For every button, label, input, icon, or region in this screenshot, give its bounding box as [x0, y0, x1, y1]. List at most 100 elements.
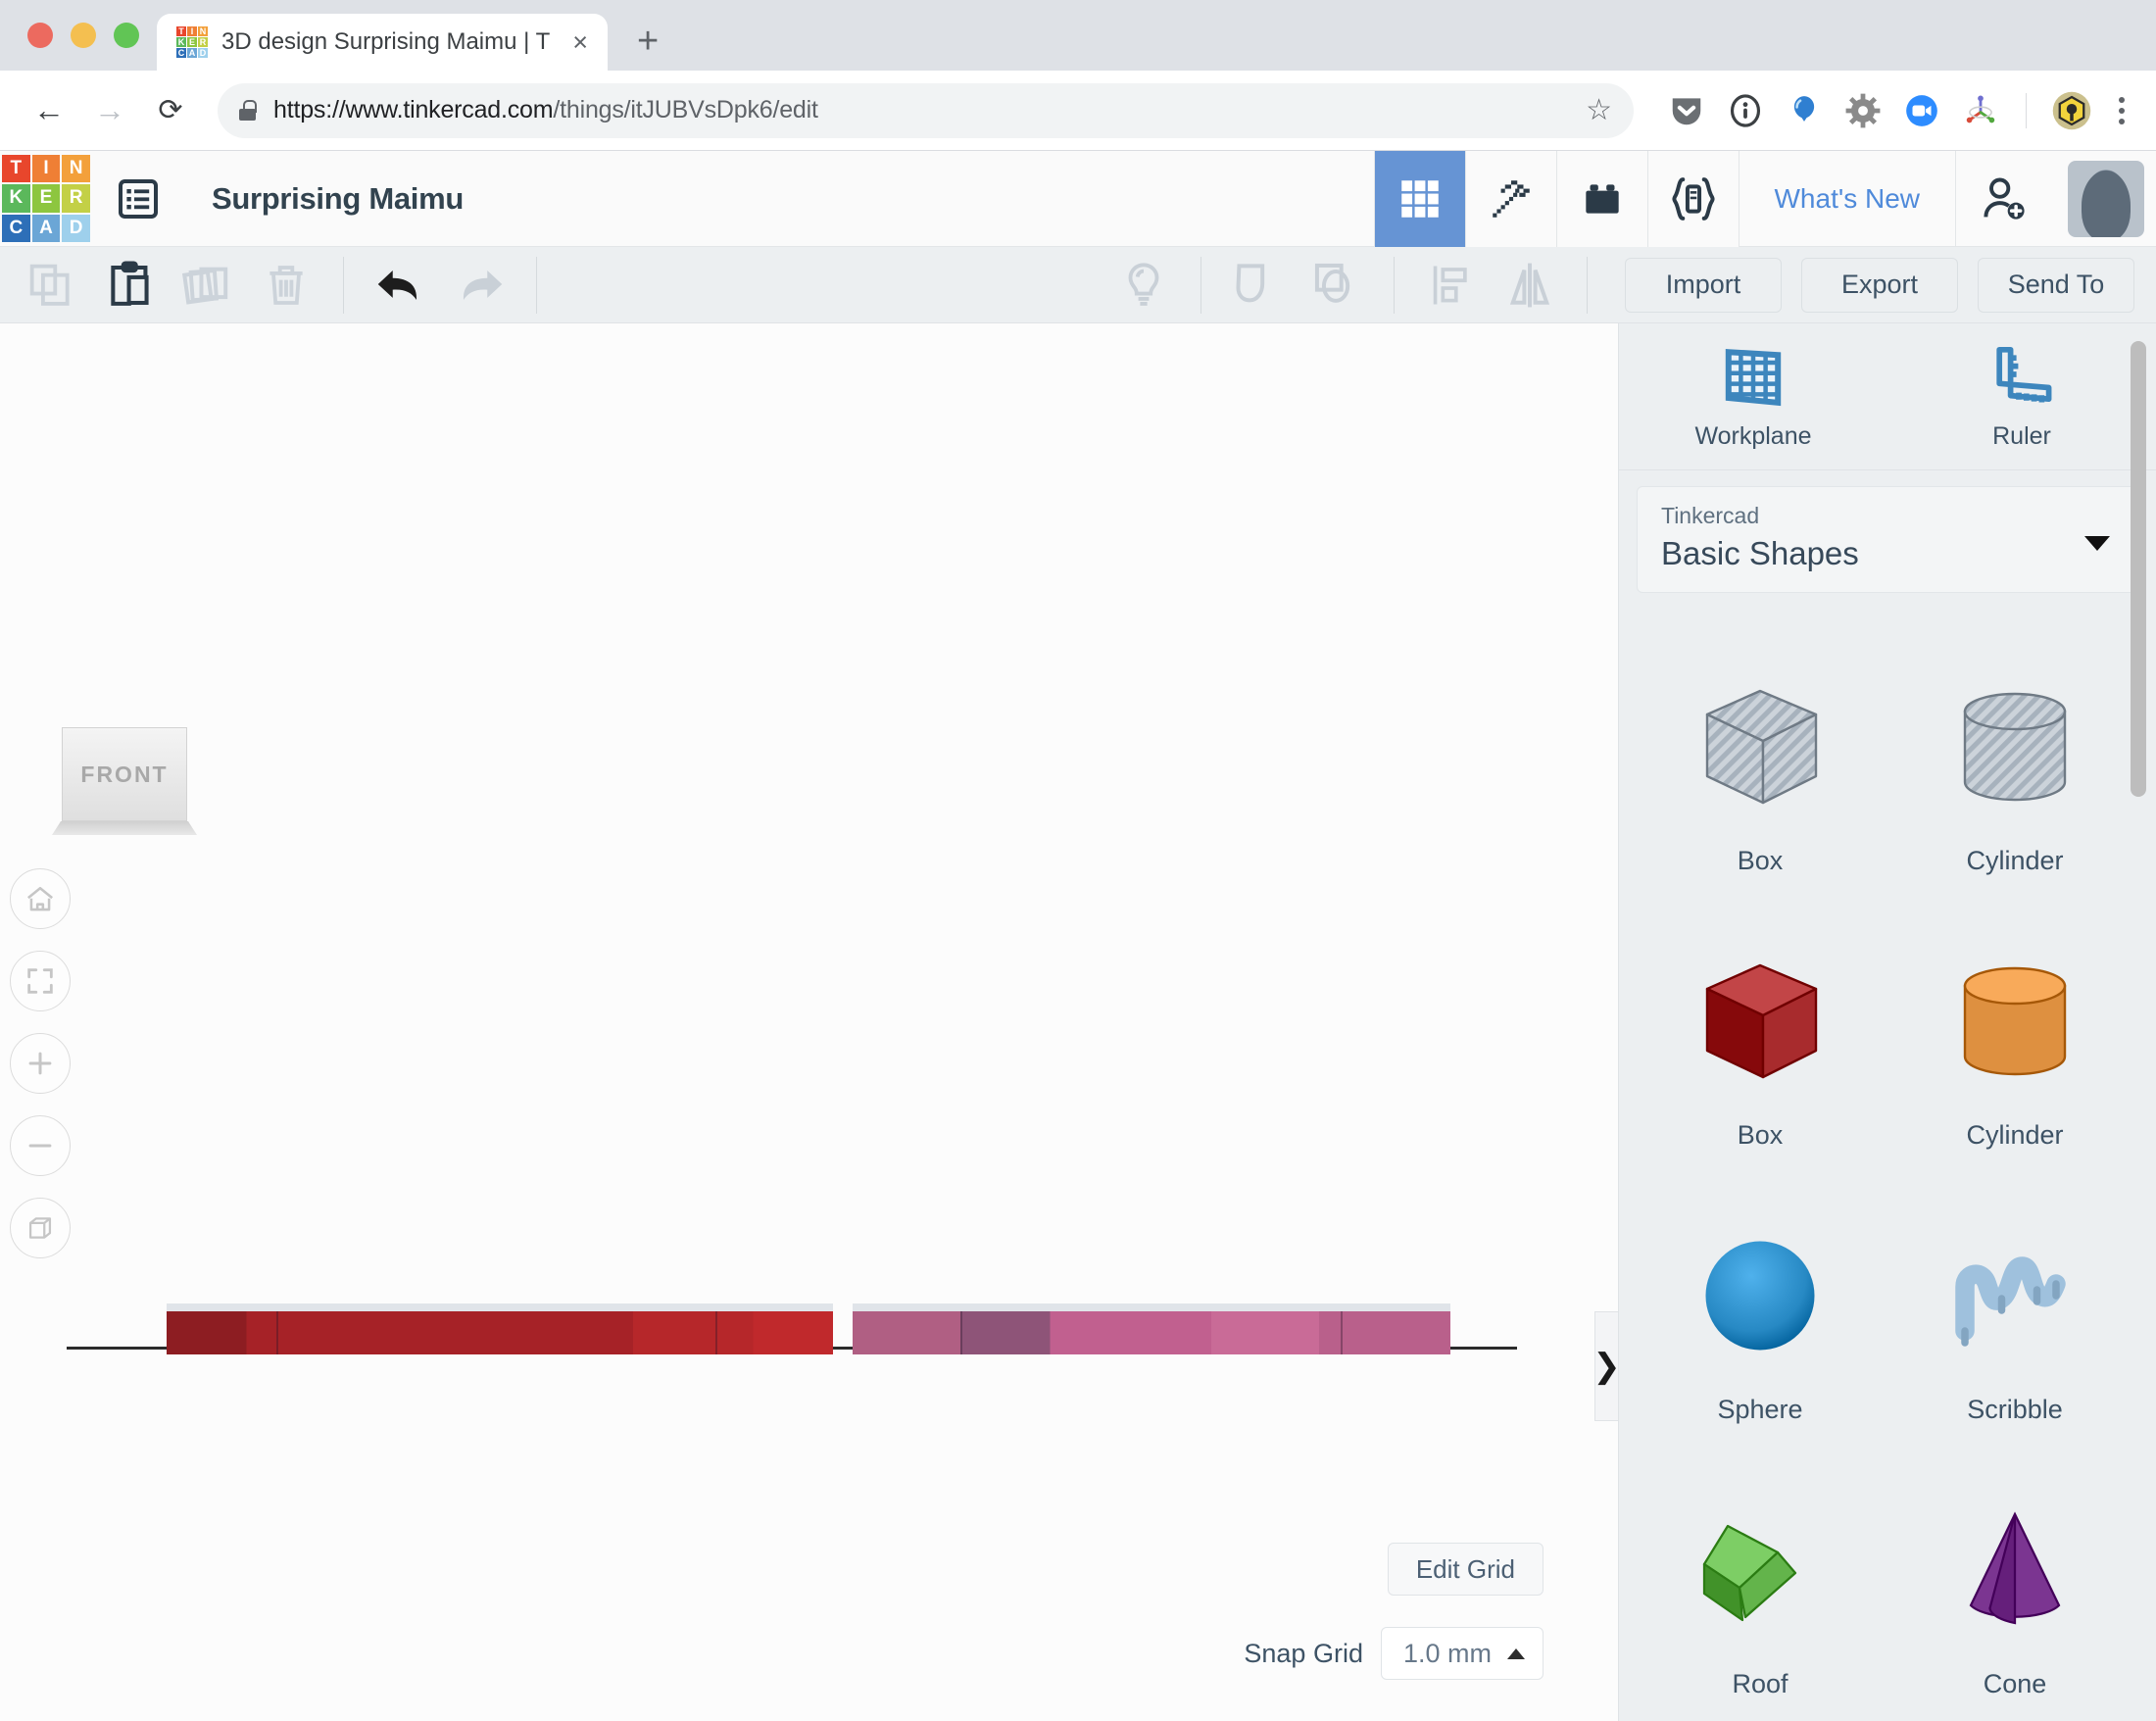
- logo-tile-i: I: [187, 26, 197, 36]
- mode-3d-design[interactable]: [1374, 150, 1465, 247]
- workplane-tool[interactable]: Workplane: [1619, 323, 1887, 469]
- mirror-button[interactable]: [1496, 252, 1563, 319]
- hide-button[interactable]: [1110, 252, 1177, 319]
- autodesk-axis-icon[interactable]: [1959, 89, 2002, 132]
- delete-button[interactable]: [253, 252, 319, 319]
- snap-grid-select[interactable]: 1.0 mm: [1380, 1627, 1544, 1680]
- invite-people-button[interactable]: [1956, 151, 2052, 247]
- reload-button[interactable]: ⟳: [143, 83, 198, 138]
- shape-cylinder-hole-label: Cylinder: [1966, 846, 2064, 875]
- tinkercad-logo[interactable]: TIN KER CAD: [0, 151, 90, 247]
- url-text: https://www.tinkercad.com/things/itJUBVs…: [273, 96, 818, 124]
- shape-scribble[interactable]: Scribble: [1887, 1181, 2142, 1455]
- shapes-panel-scrollbar[interactable]: [2131, 341, 2146, 797]
- shape-cylinder-hole-thumbnail: [1941, 654, 2088, 840]
- red-slab-body: [167, 1311, 833, 1354]
- fit-to-view-button[interactable]: [10, 951, 71, 1011]
- shape-roof-thumbnail: [1687, 1477, 1834, 1663]
- toolbar-divider: [536, 256, 537, 314]
- 3d-viewport[interactable]: FRONT Edit Grid Snap Grid 1.0 mm ❯: [0, 323, 1618, 1721]
- library-owner: Tinkercad: [1661, 503, 1760, 528]
- video-camera-icon[interactable]: [1900, 89, 1943, 132]
- logo-tile-c: C: [2, 214, 30, 243]
- info-circle-icon[interactable]: [1724, 89, 1767, 132]
- close-window-button[interactable]: [27, 23, 53, 48]
- panel-collapse-handle[interactable]: ❯: [1592, 1311, 1618, 1421]
- gear-icon[interactable]: [1841, 89, 1885, 132]
- paste-button[interactable]: [96, 252, 163, 319]
- chevron-down-icon: [2084, 535, 2110, 551]
- undo-button[interactable]: [368, 252, 434, 319]
- shape-scribble-thumbnail: [1941, 1203, 2088, 1389]
- new-tab-button[interactable]: +: [637, 21, 659, 63]
- logo-tile-d: D: [198, 47, 208, 58]
- logo-tile-c: C: [176, 47, 186, 58]
- ruler-tool-label: Ruler: [1992, 422, 2051, 450]
- home-view-button[interactable]: [10, 868, 71, 929]
- shape-box-solid-thumbnail: [1687, 928, 1834, 1114]
- logo-tile-t: T: [176, 26, 186, 36]
- logo-tile-e: E: [31, 184, 61, 213]
- logo-tile-d: D: [62, 214, 90, 243]
- edit-grid-button[interactable]: Edit Grid: [1387, 1543, 1544, 1596]
- view-cube-face[interactable]: FRONT: [62, 727, 187, 821]
- import-button[interactable]: Import: [1625, 257, 1782, 313]
- shape-sphere[interactable]: Sphere: [1633, 1181, 1887, 1455]
- maximize-window-button[interactable]: [114, 23, 139, 48]
- logo-tile-r: R: [198, 36, 208, 47]
- zoom-in-button[interactable]: [10, 1033, 71, 1094]
- mode-codeblocks[interactable]: [1647, 150, 1739, 247]
- toolbar-divider: [343, 256, 344, 314]
- red-slab[interactable]: [167, 1303, 833, 1354]
- toolbar-divider: [1394, 256, 1395, 314]
- address-bar[interactable]: https://www.tinkercad.com/things/itJUBVs…: [218, 82, 1634, 138]
- pocket-icon[interactable]: [1665, 89, 1708, 132]
- pink-slab[interactable]: [853, 1303, 1450, 1354]
- redo-button[interactable]: [446, 252, 513, 319]
- send-to-button[interactable]: Send To: [1978, 257, 2134, 313]
- forward-button[interactable]: →: [82, 83, 137, 138]
- whats-new-link[interactable]: What's New: [1740, 151, 1956, 247]
- shape-cylinder-hole[interactable]: Cylinder: [1887, 632, 2142, 907]
- document-title[interactable]: Surprising Maimu: [186, 181, 464, 217]
- lock-icon: [239, 100, 257, 121]
- tab-title: 3D design Surprising Maimu | T: [221, 28, 551, 55]
- balloon-icon[interactable]: [1783, 89, 1826, 132]
- ruler-tool[interactable]: Ruler: [1887, 323, 2156, 469]
- shape-box-solid[interactable]: Box: [1633, 907, 1887, 1181]
- red-slab-edge: [715, 1311, 717, 1354]
- mode-minecraft[interactable]: [1465, 150, 1556, 247]
- user-avatar[interactable]: [2068, 160, 2144, 237]
- group-button[interactable]: [1225, 252, 1292, 319]
- minimize-window-button[interactable]: [71, 23, 96, 48]
- shape-cylinder-solid-label: Cylinder: [1966, 1120, 2064, 1150]
- copy-button[interactable]: [18, 252, 84, 319]
- panel-tools-row: Workplane Ruler: [1619, 323, 2156, 470]
- library-selector[interactable]: Tinkercad Basic Shapes: [1637, 486, 2138, 593]
- snap-grid-value: 1.0 mm: [1402, 1638, 1492, 1668]
- export-button[interactable]: Export: [1801, 257, 1958, 313]
- zoom-out-button[interactable]: [10, 1115, 71, 1176]
- shape-cylinder-solid-thumbnail: [1941, 928, 2088, 1114]
- browser-tab[interactable]: TIN KER CAD 3D design Surprising Maimu | T…: [157, 14, 608, 71]
- ortho-perspective-toggle[interactable]: [10, 1198, 71, 1258]
- shape-roof[interactable]: Roof: [1633, 1455, 1887, 1721]
- browser-menu-button[interactable]: [2109, 96, 2134, 124]
- logo-tile-n: N: [198, 25, 208, 36]
- ungroup-button[interactable]: [1303, 252, 1370, 319]
- view-cube[interactable]: FRONT: [52, 727, 197, 837]
- browser-window: TINKERCAD 3D design Surprising Maimu | T…: [0, 0, 2156, 1721]
- shape-box-hole[interactable]: Box: [1633, 632, 1887, 907]
- badge-icon[interactable]: [2050, 89, 2093, 132]
- bookmark-star-icon[interactable]: ☆: [1586, 93, 1612, 127]
- back-button[interactable]: ←: [22, 83, 76, 138]
- align-button[interactable]: [1418, 252, 1485, 319]
- viewport-nav-controls: [10, 868, 71, 1280]
- tab-close-button[interactable]: ×: [568, 28, 592, 56]
- design-menu-button[interactable]: [90, 151, 186, 247]
- shape-cylinder-solid[interactable]: Cylinder: [1887, 907, 2142, 1181]
- library-category: Basic Shapes: [1661, 535, 1859, 571]
- duplicate-button[interactable]: [174, 252, 241, 319]
- mode-bricks[interactable]: [1556, 150, 1647, 247]
- shape-cone[interactable]: Cone: [1887, 1455, 2142, 1721]
